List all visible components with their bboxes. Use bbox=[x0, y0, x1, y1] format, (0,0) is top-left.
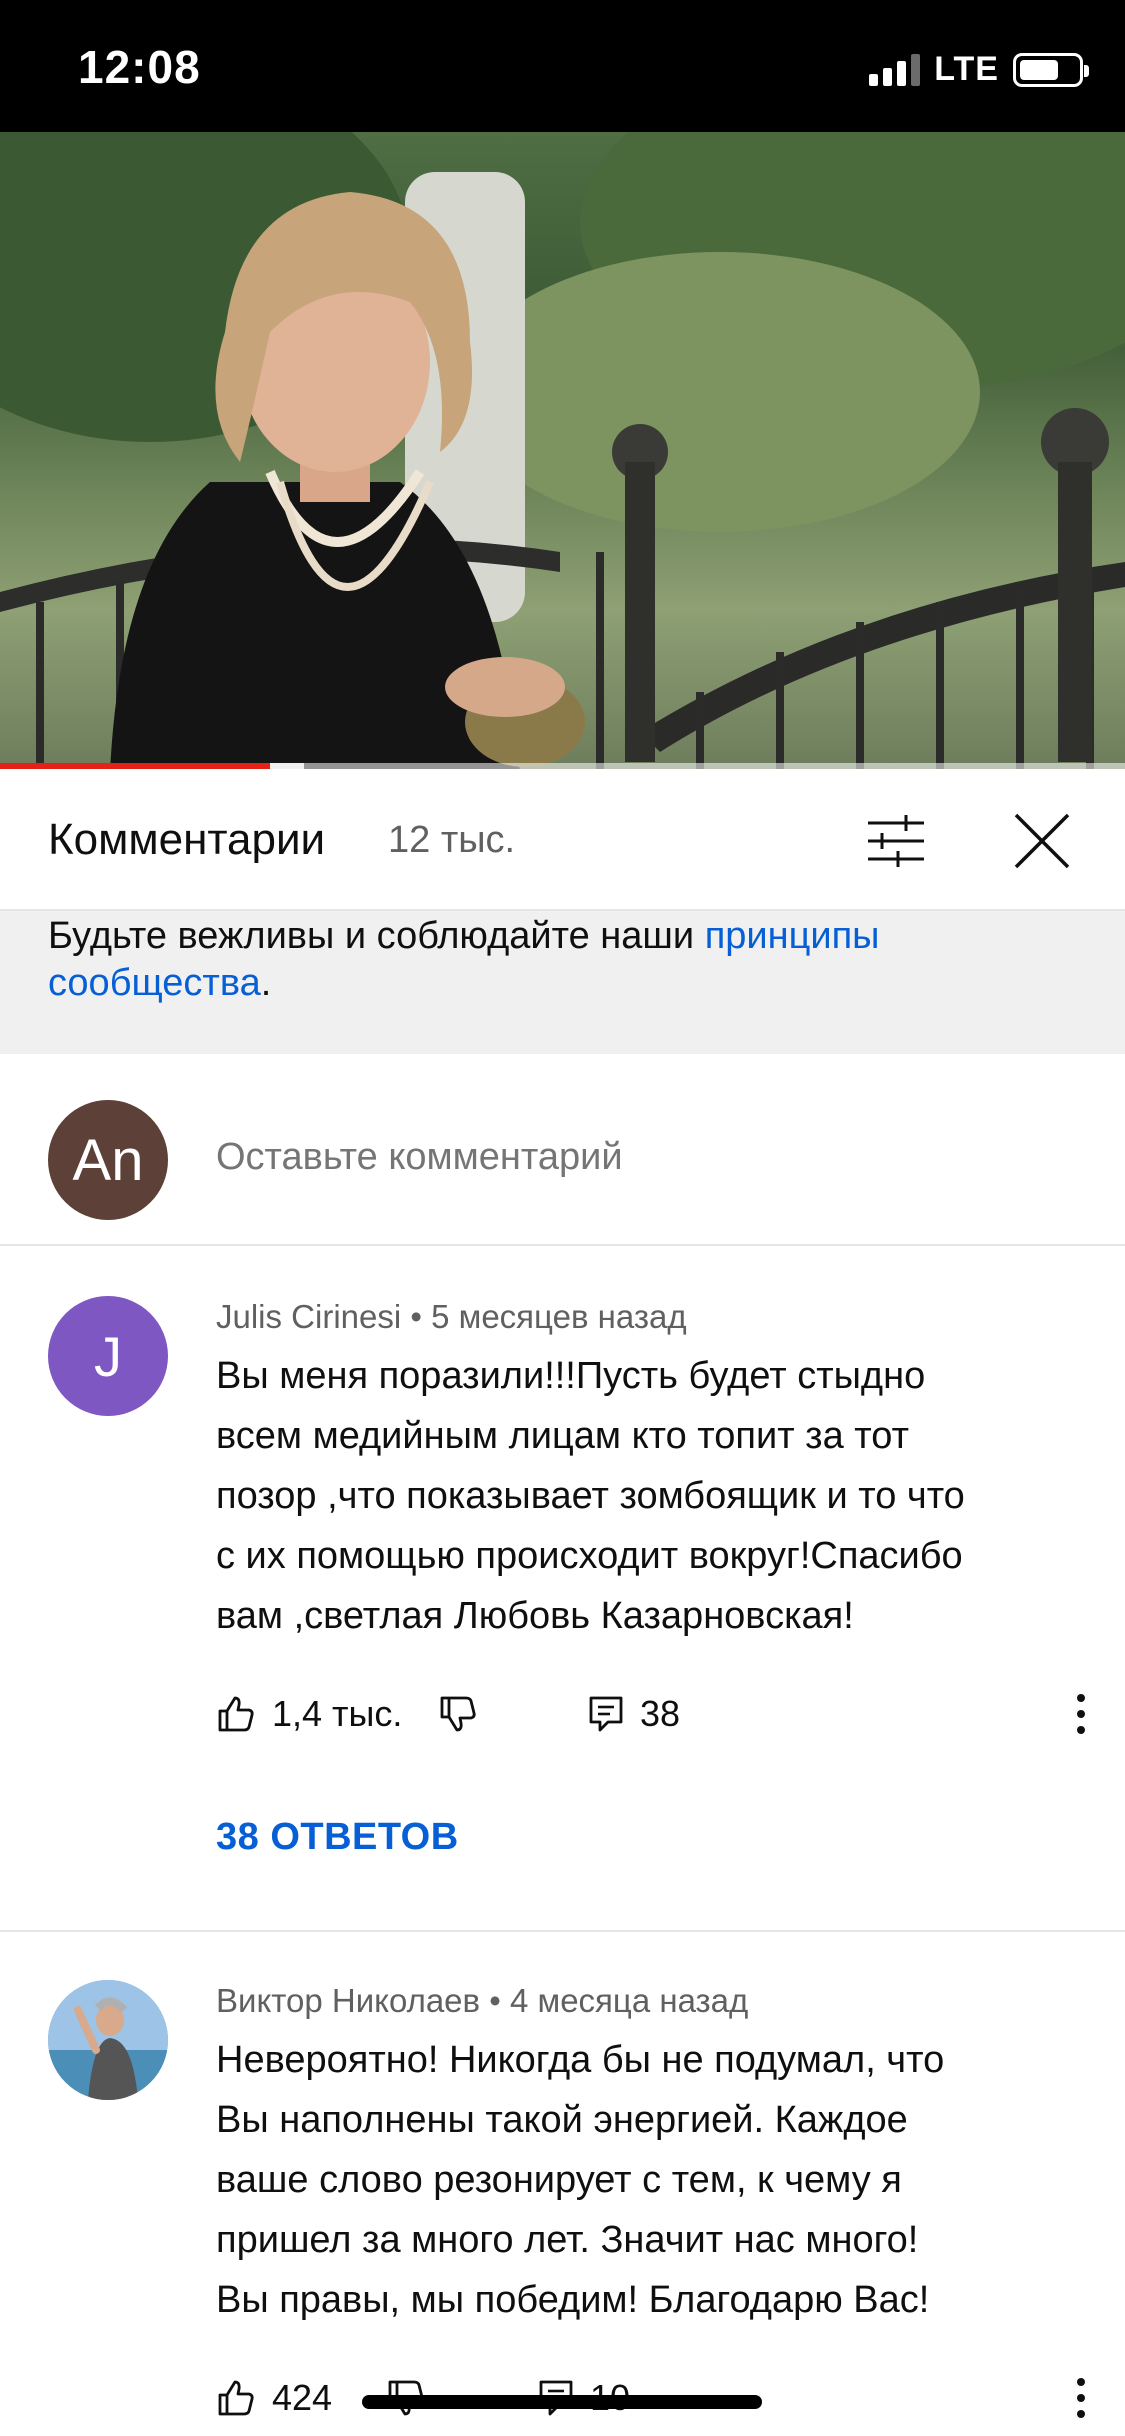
home-indicator[interactable] bbox=[362, 2395, 762, 2409]
comment-line: с их помощью происходит вокруг!Спасибо bbox=[216, 1535, 963, 1577]
comments-count: 12 тыс. bbox=[388, 819, 516, 861]
close-icon bbox=[1014, 813, 1070, 869]
dislike-button[interactable] bbox=[438, 1684, 478, 1744]
guidelines-text: Будьте вежливы и соблюдайте наши bbox=[48, 915, 705, 957]
sliders-icon bbox=[868, 815, 924, 867]
comment-text: Вы меня поразили!!!Пусть будет стыдно вс… bbox=[216, 1346, 1086, 1646]
add-comment-row: An bbox=[0, 1054, 1125, 1246]
like-count: 1,4 тыс. bbox=[272, 1693, 403, 1734]
status-time: 12:08 bbox=[78, 41, 201, 93]
thumbs-up-icon bbox=[218, 1696, 254, 1732]
comments-title: Комментарии bbox=[48, 815, 326, 864]
comment-input[interactable] bbox=[216, 1136, 1076, 1179]
avatar-photo bbox=[48, 1980, 168, 2100]
comment-meta: Julis Cirinesi • 5 месяцев назад bbox=[216, 1298, 687, 1336]
like-button[interactable]: 424 bbox=[216, 2368, 332, 2428]
network-label: LTE bbox=[934, 50, 999, 88]
avatar[interactable] bbox=[48, 1980, 168, 2100]
more-options-icon[interactable] bbox=[1066, 1690, 1096, 1738]
comment-line: позор ,что показывает зомбоящик и то что bbox=[216, 1475, 965, 1517]
reply-button[interactable]: 38 bbox=[588, 1684, 680, 1744]
reply-count: 38 bbox=[640, 1693, 681, 1734]
avatar: An bbox=[48, 1100, 168, 1220]
video-frame bbox=[0, 132, 1125, 769]
comment-line: Невероятно! Никогда бы не подумал, что bbox=[216, 2039, 945, 2081]
more-options-icon[interactable] bbox=[1066, 2374, 1096, 2422]
comment-time: 4 месяца назад bbox=[509, 1982, 749, 2019]
like-count: 424 bbox=[272, 2377, 333, 2418]
like-button[interactable]: 1,4 тыс. bbox=[216, 1684, 402, 1744]
comment-line: ваше слово резонирует с тем, к чему я bbox=[216, 2159, 902, 2201]
sort-filter-button[interactable] bbox=[862, 807, 930, 875]
video-player[interactable] bbox=[0, 132, 1125, 769]
meta-separator: • bbox=[410, 1298, 432, 1335]
comment-line: пришел за много лет. Значит нас много! bbox=[216, 2219, 919, 2261]
signal-icon bbox=[869, 53, 921, 86]
meta-separator: • bbox=[489, 1982, 510, 2019]
avatar[interactable]: J bbox=[48, 1296, 168, 1416]
thumbs-up-icon bbox=[218, 2380, 254, 2416]
comments-header: Комментарии 12 тыс. bbox=[0, 769, 1125, 911]
comment-line: Вы наполнены такой энергией. Каждое bbox=[216, 2099, 908, 2141]
comment-item: Виктор Николаев • 4 месяца назад Невероя… bbox=[0, 1932, 1125, 2436]
comment-author[interactable]: Julis Cirinesi bbox=[216, 1298, 401, 1335]
comment-author[interactable]: Виктор Николаев bbox=[216, 1982, 480, 2019]
comment-meta: Виктор Николаев • 4 месяца назад bbox=[216, 1982, 748, 2020]
view-replies-link[interactable]: 38 ОТВЕТОВ bbox=[216, 1816, 459, 1859]
comment-line: всем медийным лицам кто топит за тот bbox=[216, 1415, 909, 1457]
comment-line: Вы меня поразили!!!Пусть будет стыдно bbox=[216, 1355, 926, 1397]
close-button[interactable] bbox=[1008, 807, 1076, 875]
comment-line: вам ,светлая Любовь Казарновская! bbox=[216, 1595, 854, 1637]
comment-item: J Julis Cirinesi • 5 месяцев назад Вы ме… bbox=[0, 1248, 1125, 1928]
comment-actions: 1,4 тыс. 38 bbox=[216, 1684, 1096, 1744]
comment-line: Вы правы, мы победим! Благодарю Вас! bbox=[216, 2279, 930, 2321]
status-bar: 12:08 LTE bbox=[0, 0, 1125, 132]
thumbs-down-icon bbox=[440, 1696, 476, 1732]
guidelines-suffix: . bbox=[260, 962, 272, 1004]
comment-text: Невероятно! Никогда бы не подумал, что В… bbox=[216, 2030, 1086, 2330]
status-indicators: LTE bbox=[869, 50, 1089, 89]
reply-icon bbox=[589, 1696, 623, 1732]
battery-icon bbox=[1013, 52, 1089, 87]
comment-time: 5 месяцев назад bbox=[431, 1298, 687, 1335]
community-guidelines-notice: Будьте вежливы и соблюдайте наши принцип… bbox=[0, 911, 1125, 1054]
